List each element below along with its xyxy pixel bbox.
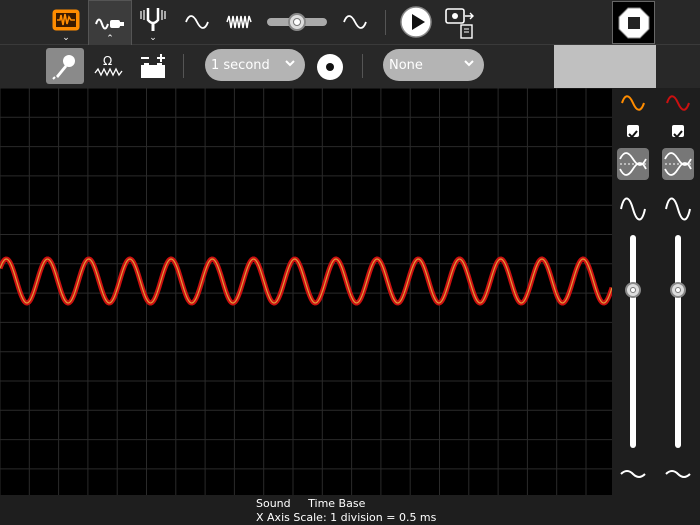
interval-combo-label: 1 second bbox=[211, 57, 270, 73]
sensor-tab[interactable]: ⌃ bbox=[88, 0, 132, 46]
channel1-checkbox[interactable] bbox=[627, 125, 639, 139]
fast-wave-icon[interactable] bbox=[224, 10, 254, 34]
channel1-invert-icon[interactable] bbox=[617, 148, 649, 180]
resistance-icon[interactable]: Ω bbox=[92, 51, 126, 83]
channel1-wave-icon bbox=[620, 92, 646, 114]
sine-wave-icon[interactable] bbox=[182, 10, 212, 34]
stop-icon[interactable] bbox=[612, 1, 655, 44]
trigger-combo[interactable]: None bbox=[383, 49, 484, 81]
sensor-icon bbox=[95, 18, 124, 29]
battery-icon[interactable] bbox=[136, 49, 170, 83]
channel1-gain-track[interactable] bbox=[630, 235, 636, 448]
sine-wave-icon[interactable] bbox=[340, 10, 370, 34]
status-line-1: Sound Time Base bbox=[256, 497, 379, 510]
channel2-wave-icon bbox=[665, 92, 691, 114]
scale-label: X Axis Scale: 1 division = 0.5 ms bbox=[256, 511, 437, 524]
timebase-label: Time Base bbox=[308, 497, 366, 510]
record-icon[interactable] bbox=[314, 51, 346, 83]
chevron-down-icon bbox=[285, 60, 295, 67]
channel2-invert-icon[interactable] bbox=[662, 148, 694, 180]
waveform-trace bbox=[0, 256, 612, 306]
interval-combo[interactable]: 1 second bbox=[205, 49, 305, 81]
chevron-down-icon: ⌄ bbox=[149, 33, 157, 43]
channel2-gain-slider[interactable] bbox=[670, 282, 686, 299]
scope-display bbox=[0, 88, 612, 495]
microphone-icon[interactable] bbox=[46, 48, 84, 84]
status-panel bbox=[554, 45, 656, 88]
toolbar-separator bbox=[362, 54, 363, 78]
channel1-amplitude-low-icon bbox=[618, 464, 648, 484]
svg-text:Ω: Ω bbox=[103, 54, 112, 68]
channel1-amplitude-high-icon bbox=[618, 192, 648, 226]
secondary-toolbar: Ω 1 second None bbox=[0, 45, 700, 88]
toolbar-separator bbox=[183, 54, 184, 78]
play-icon[interactable] bbox=[398, 4, 434, 40]
channel-panel bbox=[612, 88, 700, 495]
frequency-slider[interactable] bbox=[266, 12, 328, 32]
trigger-combo-label: None bbox=[389, 57, 423, 73]
export-icon[interactable] bbox=[442, 4, 478, 40]
channel2-checkbox[interactable] bbox=[672, 125, 684, 139]
scope-graph bbox=[0, 88, 612, 495]
chevron-down-icon bbox=[464, 60, 474, 67]
channel1-gain-slider[interactable] bbox=[625, 282, 641, 299]
channel2-gain-track[interactable] bbox=[675, 235, 681, 448]
mode-label: Sound bbox=[256, 497, 291, 510]
top-toolbar: ⌄ ⌃ ⌄ bbox=[0, 0, 700, 46]
tuning-fork-icon[interactable]: ⌄ bbox=[136, 4, 170, 43]
channel2-amplitude-low-icon bbox=[663, 464, 693, 484]
chevron-down-icon: ⌄ bbox=[62, 33, 70, 43]
oscilloscope-icon[interactable]: ⌄ bbox=[50, 6, 82, 43]
channel2-amplitude-high-icon bbox=[663, 192, 693, 226]
status-bar: Sound Time Base X Axis Scale: 1 division… bbox=[0, 495, 700, 525]
chevron-up-icon: ⌃ bbox=[106, 34, 114, 44]
toolbar-separator bbox=[385, 10, 386, 35]
